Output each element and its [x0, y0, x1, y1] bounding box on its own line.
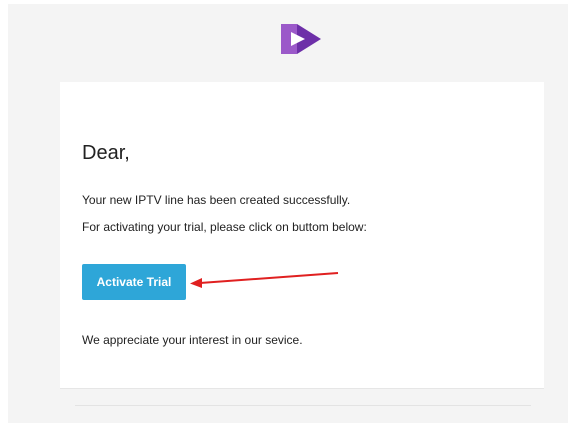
activation-instruction: For activating your trial, please click … [82, 220, 367, 234]
activate-trial-button[interactable]: Activate Trial [82, 264, 186, 300]
footer-divider [75, 405, 531, 406]
red-arrow-icon [190, 272, 339, 288]
play-logo-icon [281, 24, 321, 54]
greeting-text: Dear, [82, 142, 130, 164]
creation-message: Your new IPTV line has been created succ… [82, 193, 351, 207]
closing-text: We appreciate your interest in our sevic… [82, 333, 303, 347]
